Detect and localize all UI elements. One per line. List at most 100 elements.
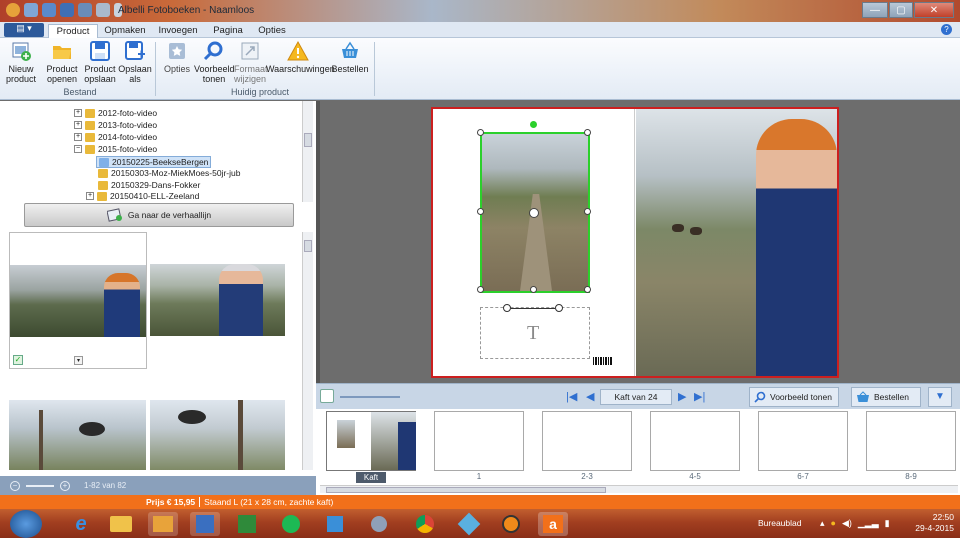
search-icon[interactable] — [24, 3, 38, 17]
tab-invoegen[interactable]: Invoegen — [152, 24, 204, 38]
zoom-in-icon[interactable]: + — [60, 480, 70, 491]
first-page-icon[interactable]: |◀ — [566, 390, 577, 403]
photo-thumb-selected[interactable]: ✓ ▾ — [9, 232, 147, 369]
page-strip-scrollbar[interactable] — [320, 485, 958, 493]
expand-icon[interactable]: + — [74, 121, 82, 129]
tree-item[interactable]: +2014-foto-video — [74, 132, 157, 142]
resize-handle[interactable] — [584, 286, 591, 293]
text-size-slider[interactable] — [503, 304, 563, 312]
page-thumb[interactable] — [542, 411, 632, 471]
pan-icon[interactable] — [529, 208, 539, 218]
tree-scrollbar-thumb[interactable] — [304, 133, 312, 147]
battery-icon[interactable]: ▮ — [885, 518, 890, 529]
expand-icon[interactable]: + — [86, 192, 94, 200]
photo-thumb[interactable] — [150, 264, 285, 336]
signal-icon[interactable]: ▁▂▃ — [858, 518, 879, 529]
page-thumb[interactable] — [758, 411, 848, 471]
excel-icon[interactable] — [232, 512, 262, 536]
page-thumb[interactable] — [866, 411, 956, 471]
preview-button[interactable]: Voorbeeld tonen — [194, 40, 235, 84]
save-product-button[interactable]: Product opslaan — [82, 40, 118, 84]
zoom-out-icon[interactable]: − — [10, 480, 20, 491]
resize-button[interactable]: Formaat wijzigen — [234, 40, 268, 84]
media-app-icon[interactable] — [496, 512, 526, 536]
photo-scrollbar[interactable] — [302, 232, 313, 470]
file-menu-button[interactable]: ▤ ▾ — [4, 23, 44, 37]
resize-handle[interactable] — [477, 129, 484, 136]
page-thumb-kaft[interactable] — [326, 411, 416, 471]
internet-explorer-icon[interactable]: e — [66, 512, 96, 536]
save-icon[interactable] — [60, 3, 74, 17]
close-button[interactable]: ✕ — [914, 2, 954, 18]
start-button[interactable] — [10, 510, 42, 538]
chevron-down-icon[interactable]: ▾ — [74, 356, 83, 365]
tab-opties[interactable]: Opties — [252, 24, 292, 38]
selected-photo-frame[interactable] — [477, 121, 591, 293]
resize-handle[interactable] — [584, 129, 591, 136]
tree-scrollbar[interactable] — [302, 101, 313, 202]
tools-icon[interactable] — [364, 512, 394, 536]
options-button[interactable]: Opties — [160, 40, 194, 74]
new-product-button[interactable]: Nieuw product — [2, 40, 40, 84]
open-product-button[interactable]: Product openen — [44, 40, 80, 84]
tab-opmaken[interactable]: Opmaken — [100, 24, 150, 38]
photo-icon[interactable] — [78, 3, 92, 17]
next-page-icon[interactable]: ▶ — [678, 390, 686, 403]
text-box[interactable]: T — [480, 304, 590, 359]
help-icon[interactable]: ? — [941, 24, 952, 35]
resize-handle[interactable] — [584, 208, 591, 215]
tree-item[interactable]: − 2015-foto-video — [74, 144, 157, 154]
resize-handle[interactable] — [477, 286, 484, 293]
checkmark-icon[interactable]: ✓ — [13, 355, 23, 365]
albelli-app-icon[interactable]: a — [538, 512, 568, 536]
story-line-button[interactable]: Ga naar de verhaallijn — [24, 203, 294, 227]
zoom-slider[interactable] — [26, 484, 54, 487]
maximize-button[interactable]: ▢ — [889, 2, 913, 18]
spotify-icon[interactable] — [276, 512, 306, 536]
explorer-icon[interactable] — [106, 512, 136, 536]
tab-product[interactable]: Product — [48, 24, 98, 38]
tree-item[interactable]: +2013-foto-video — [74, 120, 157, 130]
expand-icon[interactable]: + — [74, 109, 82, 117]
zoom-in-icon[interactable] — [555, 304, 563, 312]
resize-handle[interactable] — [477, 208, 484, 215]
order-button[interactable]: Bestellen — [330, 40, 370, 74]
resize-handle[interactable] — [530, 286, 537, 293]
tree-item[interactable]: +20150410-ELL-Zeeland — [86, 191, 199, 201]
page-strip-scrollbar-thumb[interactable] — [326, 487, 606, 493]
page-thumb[interactable] — [434, 411, 524, 471]
tree-item[interactable]: 20150303-Moz-MiekMoes-50jr-jub — [98, 168, 240, 178]
book-cover-spread[interactable]: T — [431, 107, 839, 378]
dropdown-icon[interactable]: ▼ — [928, 387, 952, 407]
tab-pagina[interactable]: Pagina — [206, 24, 250, 38]
photo-thumb[interactable] — [150, 400, 285, 470]
undo-icon[interactable] — [96, 3, 110, 17]
rotate-handle[interactable] — [530, 121, 537, 128]
zoom-out-icon[interactable] — [503, 304, 511, 312]
zoom-slider[interactable] — [340, 396, 400, 398]
photo-app-icon[interactable] — [148, 512, 178, 536]
last-page-icon[interactable]: ▶| — [694, 390, 705, 403]
expand-icon[interactable]: + — [74, 133, 82, 141]
media-player-icon[interactable] — [320, 512, 350, 536]
save-as-button[interactable]: Opslaan als — [118, 40, 152, 84]
word-icon[interactable] — [190, 512, 220, 536]
preview-button[interactable]: Voorbeeld tonen — [749, 387, 839, 407]
photo-scrollbar-thumb[interactable] — [304, 240, 312, 252]
previous-page-icon[interactable]: ◀ — [586, 390, 594, 403]
notification-icon[interactable]: ● — [831, 518, 836, 529]
front-cover-photo[interactable] — [636, 109, 837, 376]
chrome-icon[interactable] — [410, 512, 440, 536]
photo-thumb[interactable] — [9, 400, 146, 470]
collapse-icon[interactable]: − — [74, 145, 82, 153]
network-icon[interactable] — [454, 512, 484, 536]
tray-expand-icon[interactable]: ▴ — [820, 518, 825, 529]
calendar-icon[interactable] — [42, 3, 56, 17]
order-button[interactable]: Bestellen — [851, 387, 921, 407]
tree-item[interactable]: +2012-foto-video — [74, 108, 157, 118]
add-page-icon[interactable] — [320, 389, 334, 403]
clock[interactable]: 22:50 29-4-2015 — [915, 512, 954, 534]
desktop-toolbar-label[interactable]: Bureaublad — [758, 518, 801, 528]
tree-item-selected[interactable]: 20150225-BeekseBergen — [96, 156, 212, 168]
minimize-button[interactable]: — — [862, 2, 888, 18]
